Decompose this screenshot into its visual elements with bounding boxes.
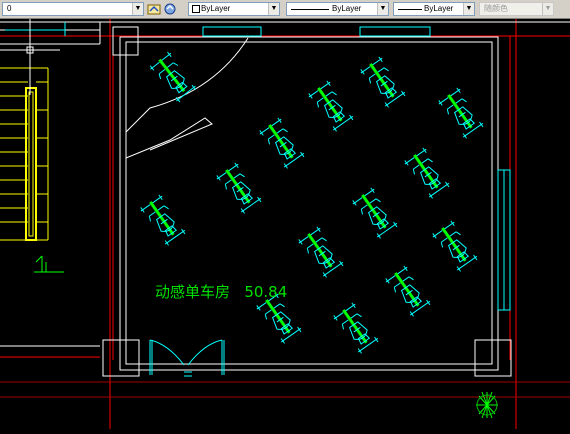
staircase	[0, 67, 49, 241]
spin-bike	[435, 85, 487, 142]
spin-bike	[137, 192, 189, 249]
plant-symbol	[476, 391, 498, 419]
drawing-canvas[interactable]: 动感单车房 50.84	[0, 19, 570, 429]
door-details	[149, 339, 225, 377]
chevron-down-icon: ▼	[132, 3, 143, 15]
room-name: 动感单车房	[155, 283, 231, 301]
spin-bike	[357, 54, 409, 111]
spin-bike	[429, 218, 481, 275]
spin-bike	[147, 49, 200, 106]
properties-toolbar: 0 ▼ ByLayer ▼ ByLayer ▼ ByLayer ▼ 随颜色 ▼	[0, 0, 570, 19]
room-area: 50.84	[244, 283, 288, 301]
spin-bike	[213, 160, 265, 217]
spin-bike	[401, 145, 453, 202]
spin-bike	[330, 300, 382, 357]
lineweight-preview	[398, 9, 422, 10]
chevron-down-icon: ▼	[377, 3, 388, 15]
window-details	[5, 22, 511, 311]
spin-bike	[382, 263, 434, 320]
room-label: 动感单车房 50.84	[155, 281, 287, 302]
color-swatch	[192, 5, 200, 13]
spin-bike	[256, 115, 308, 172]
floor-plan	[0, 19, 570, 429]
linetype-value: ByLayer	[332, 4, 362, 13]
chevron-down-icon: ▼	[463, 3, 474, 15]
room-walls	[0, 21, 570, 377]
lineweight-dropdown[interactable]: ByLayer ▼	[393, 2, 475, 16]
lineweight-value: ByLayer	[424, 4, 454, 13]
plotstyle-value: 随颜色	[484, 4, 508, 13]
spin-bike	[349, 185, 401, 242]
chevron-down-icon: ▼	[542, 3, 553, 15]
color-dropdown[interactable]: ByLayer ▼	[188, 2, 280, 16]
linetype-dropdown[interactable]: ByLayer ▼	[286, 2, 389, 16]
color-value: ByLayer	[201, 4, 231, 13]
plotstyle-dropdown[interactable]: 随颜色 ▼	[479, 2, 554, 16]
layer-previous-icon[interactable]	[163, 2, 177, 16]
make-current-layer-icon[interactable]	[147, 2, 161, 16]
axis-lines	[0, 19, 570, 429]
spin-bike	[295, 224, 347, 281]
chevron-down-icon: ▼	[268, 3, 279, 15]
spin-bikes	[137, 49, 487, 357]
spin-bike	[305, 78, 357, 135]
layer-value: 0	[7, 4, 12, 13]
layer-dropdown[interactable]: 0 ▼	[2, 2, 144, 16]
linetype-preview	[291, 9, 329, 10]
ucs-icon	[34, 255, 64, 273]
